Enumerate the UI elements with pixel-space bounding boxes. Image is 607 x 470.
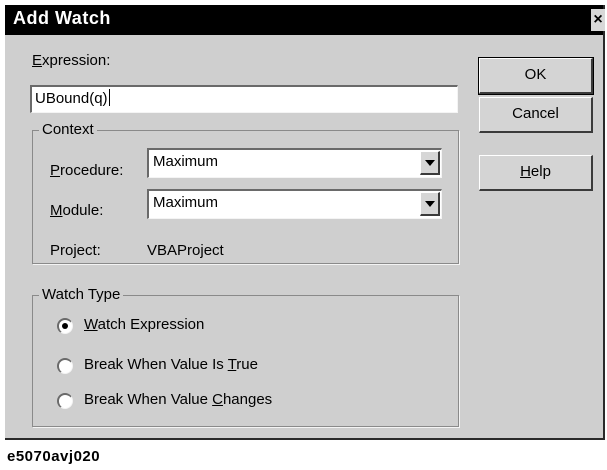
dialog-title: Add Watch bbox=[13, 8, 111, 28]
watch-type-group-title: Watch Type bbox=[39, 286, 124, 303]
module-label-mnemonic: M bbox=[50, 202, 63, 219]
expression-label-mnemonic: E bbox=[32, 52, 43, 69]
expression-label-rest: xpression: bbox=[42, 52, 111, 69]
project-value: VBAProject bbox=[147, 242, 224, 259]
figure-caption: e5070avj020 bbox=[7, 448, 101, 465]
module-label-rest: odule: bbox=[62, 202, 104, 219]
radio-mnemonic: C bbox=[212, 391, 223, 408]
help-button[interactable]: Help bbox=[479, 155, 593, 191]
radio-label: Break When Value Changes bbox=[84, 391, 272, 408]
radio-label-before: Break When Value bbox=[84, 391, 213, 408]
help-label-rest: elp bbox=[530, 163, 551, 180]
chevron-down-icon[interactable] bbox=[420, 151, 440, 175]
radio-unchecked-icon[interactable] bbox=[57, 358, 73, 374]
project-label: Project: bbox=[50, 242, 101, 259]
title-bar[interactable]: Add Watch × bbox=[5, 5, 605, 35]
module-value: Maximum bbox=[153, 194, 219, 211]
help-mnemonic: H bbox=[520, 163, 531, 180]
radio-checked-icon[interactable] bbox=[57, 318, 73, 334]
ok-button[interactable]: OK bbox=[478, 57, 594, 95]
radio-label-before: Break When Value Is bbox=[84, 356, 228, 373]
radio-unchecked-icon[interactable] bbox=[57, 393, 73, 409]
radio-mnemonic: W bbox=[84, 316, 98, 333]
cancel-button[interactable]: Cancel bbox=[479, 97, 593, 133]
procedure-label: Procedure: bbox=[50, 162, 123, 179]
expression-value: UBound(q) bbox=[35, 90, 108, 107]
radio-label: Watch Expression bbox=[84, 316, 204, 333]
expression-input[interactable]: UBound(q) bbox=[30, 85, 458, 113]
module-combo[interactable]: Maximum bbox=[147, 189, 442, 219]
add-watch-dialog: Add Watch × Expression: UBound(q) Contex… bbox=[5, 5, 605, 440]
radio-mnemonic: T bbox=[227, 356, 237, 373]
chevron-down-icon[interactable] bbox=[420, 192, 440, 216]
radio-label-rest: rue bbox=[236, 356, 258, 373]
radio-label-rest: hanges bbox=[222, 391, 273, 408]
expression-label: Expression: bbox=[32, 52, 110, 69]
close-icon[interactable]: × bbox=[591, 9, 605, 31]
module-label: Module: bbox=[50, 202, 103, 219]
procedure-combo[interactable]: Maximum bbox=[147, 148, 442, 178]
radio-label: Break When Value Is True bbox=[84, 356, 258, 373]
text-caret bbox=[108, 89, 110, 106]
context-group-title: Context bbox=[39, 121, 97, 138]
procedure-label-rest: rocedure: bbox=[60, 162, 124, 179]
radio-label-rest: atch Expression bbox=[97, 316, 205, 333]
procedure-value: Maximum bbox=[153, 153, 219, 170]
procedure-label-mnemonic: P bbox=[50, 162, 61, 179]
